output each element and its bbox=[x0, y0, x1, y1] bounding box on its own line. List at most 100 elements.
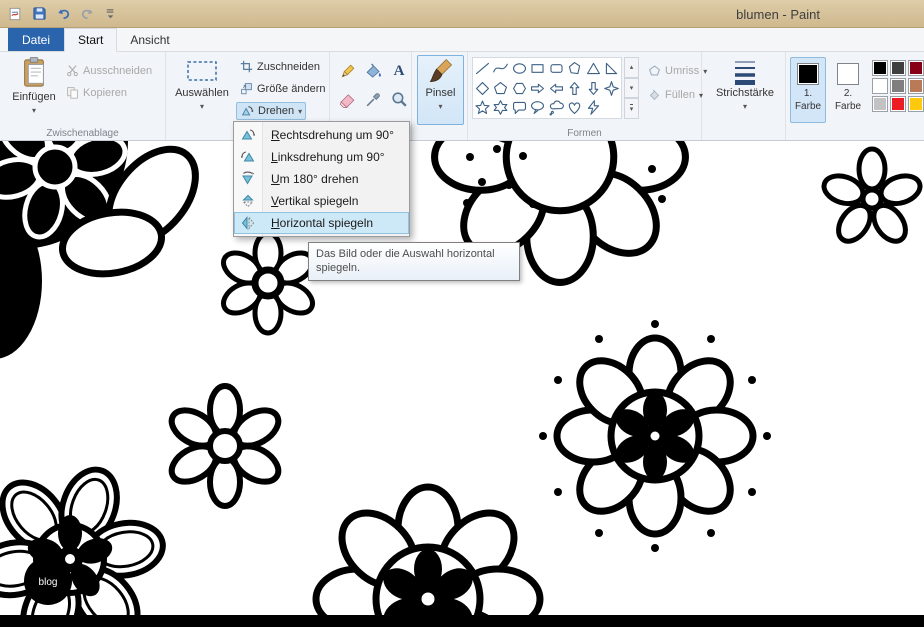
rotate-button[interactable]: Drehen bbox=[236, 102, 307, 120]
polygon-shape-icon[interactable] bbox=[566, 60, 583, 77]
paste-button[interactable]: Einfügen bbox=[6, 55, 62, 127]
oval-callout-shape-icon[interactable] bbox=[529, 99, 546, 116]
tab-view[interactable]: Ansicht bbox=[117, 28, 182, 51]
copy-icon bbox=[67, 87, 78, 99]
menu-item-flip-vertical[interactable]: Vertikal spiegeln bbox=[234, 190, 409, 212]
eraser-icon bbox=[339, 93, 354, 108]
brush-icon bbox=[429, 59, 452, 82]
oval-shape-icon[interactable] bbox=[511, 60, 528, 77]
group-brushes: Pinsel bbox=[412, 52, 468, 140]
save-icon[interactable] bbox=[30, 5, 48, 23]
line-shape-icon[interactable] bbox=[474, 60, 491, 77]
resize-icon bbox=[241, 83, 252, 95]
group-shapes: Umriss Füllen Formen bbox=[468, 52, 702, 140]
menu-item-rotate-right-90[interactable]: Rechtsdrehung um 90° bbox=[234, 124, 409, 146]
crop-button[interactable]: Zuschneiden bbox=[236, 58, 324, 75]
magnifier-tool[interactable] bbox=[388, 88, 410, 110]
cloud-callout-shape-icon[interactable] bbox=[548, 99, 565, 116]
eyedropper-icon bbox=[366, 92, 380, 106]
curve-shape-icon[interactable] bbox=[492, 60, 509, 77]
customize-toolbar-icon[interactable] bbox=[102, 5, 120, 23]
fill-bucket-icon bbox=[366, 63, 381, 78]
fill-shape-button[interactable]: Füllen bbox=[644, 86, 707, 103]
title-bar: blumen - Paint bbox=[0, 0, 924, 28]
color2-swatch bbox=[837, 63, 859, 85]
six-point-star-shape-icon[interactable] bbox=[492, 99, 509, 116]
shapes-scroll-down[interactable] bbox=[624, 77, 639, 99]
undo-icon[interactable] bbox=[54, 5, 72, 23]
lightning-shape-icon[interactable] bbox=[585, 99, 602, 116]
palette-color[interactable] bbox=[872, 78, 888, 94]
rotate-menu: Rechtsdrehung um 90° Linksdrehung um 90°… bbox=[233, 121, 410, 237]
chevron-down-icon bbox=[200, 100, 204, 112]
text-tool[interactable]: A bbox=[388, 60, 410, 82]
rounded-rectangle-shape-icon[interactable] bbox=[548, 60, 565, 77]
palette-color[interactable] bbox=[890, 96, 906, 112]
up-arrow-shape-icon[interactable] bbox=[566, 80, 583, 97]
heart-shape-icon[interactable] bbox=[566, 99, 583, 116]
tab-file[interactable]: Datei bbox=[8, 28, 65, 51]
shapes-scroll bbox=[624, 57, 639, 120]
palette-color[interactable] bbox=[890, 60, 906, 76]
color-palette bbox=[872, 60, 924, 113]
five-point-star-shape-icon[interactable] bbox=[474, 99, 491, 116]
clipboard-icon bbox=[24, 57, 44, 87]
shapes-scroll-up[interactable] bbox=[624, 57, 639, 78]
select-button[interactable]: Auswählen bbox=[172, 55, 232, 127]
tab-start[interactable]: Start bbox=[64, 28, 118, 52]
palette-color[interactable] bbox=[872, 60, 888, 76]
four-point-star-shape-icon[interactable] bbox=[603, 80, 620, 97]
pencil-tool[interactable] bbox=[336, 60, 358, 82]
window-title: blumen - Paint bbox=[736, 6, 820, 22]
chevron-down-icon bbox=[743, 100, 747, 112]
group-colors: 1. Farbe 2. Farbe bbox=[786, 52, 924, 140]
fill-tool[interactable] bbox=[362, 60, 384, 82]
flip-horizontal-icon bbox=[240, 215, 256, 231]
rotate-right-icon bbox=[240, 127, 256, 143]
text-tool-icon: A bbox=[393, 62, 405, 79]
hexagon-shape-icon[interactable] bbox=[511, 80, 528, 97]
cut-button[interactable]: Ausschneiden bbox=[62, 62, 156, 79]
canvas-drawing: blog bbox=[0, 141, 924, 627]
redo-icon[interactable] bbox=[78, 5, 96, 23]
rounded-callout-shape-icon[interactable] bbox=[511, 99, 528, 116]
rectangle-shape-icon[interactable] bbox=[529, 60, 546, 77]
menu-item-flip-horizontal[interactable]: Horizontal spiegeln bbox=[234, 212, 409, 234]
blog-text: blog bbox=[39, 577, 58, 588]
group-stroke: Strichstärke bbox=[702, 52, 786, 140]
menu-item-rotate-180[interactable]: Um 180° drehen bbox=[234, 168, 409, 190]
right-arrow-shape-icon[interactable] bbox=[529, 80, 546, 97]
stroke-width-button[interactable]: Strichstärke bbox=[710, 55, 780, 125]
quick-access-toolbar bbox=[6, 5, 120, 23]
resize-button[interactable]: Größe ändern bbox=[236, 80, 329, 97]
ribbon-tabs: Datei Start Ansicht bbox=[0, 28, 924, 52]
rotate-left-icon bbox=[240, 149, 256, 165]
ribbon: Einfügen Ausschneiden Kopieren Zwischena… bbox=[0, 52, 924, 141]
shapes-more[interactable] bbox=[624, 98, 639, 120]
fill-can-icon bbox=[649, 89, 660, 100]
palette-color[interactable] bbox=[872, 96, 888, 112]
down-arrow-shape-icon[interactable] bbox=[585, 80, 602, 97]
brushes-button[interactable]: Pinsel bbox=[417, 55, 464, 125]
palette-color[interactable] bbox=[890, 78, 906, 94]
color1-tile[interactable]: 1. Farbe bbox=[790, 57, 826, 123]
palette-color[interactable] bbox=[908, 96, 924, 112]
tooltip: Das Bild oder die Auswahl horizontal spi… bbox=[308, 242, 520, 281]
triangle-shape-icon[interactable] bbox=[585, 60, 602, 77]
scissors-icon bbox=[67, 65, 78, 77]
eraser-tool[interactable] bbox=[336, 88, 358, 110]
color2-tile[interactable]: 2. Farbe bbox=[830, 57, 866, 123]
palette-color[interactable] bbox=[908, 60, 924, 76]
select-icon bbox=[187, 61, 217, 81]
pentagon-shape-icon[interactable] bbox=[492, 80, 509, 97]
copy-button[interactable]: Kopieren bbox=[62, 84, 131, 101]
app-icon[interactable] bbox=[6, 5, 24, 23]
diamond-shape-icon[interactable] bbox=[474, 80, 491, 97]
outline-icon bbox=[648, 65, 661, 76]
menu-item-rotate-left-90[interactable]: Linksdrehung um 90° bbox=[234, 146, 409, 168]
color-picker-tool[interactable] bbox=[362, 88, 384, 110]
palette-color[interactable] bbox=[908, 78, 924, 94]
right-triangle-shape-icon[interactable] bbox=[603, 60, 620, 77]
drawing-canvas[interactable]: blog bbox=[0, 141, 924, 627]
left-arrow-shape-icon[interactable] bbox=[548, 80, 565, 97]
